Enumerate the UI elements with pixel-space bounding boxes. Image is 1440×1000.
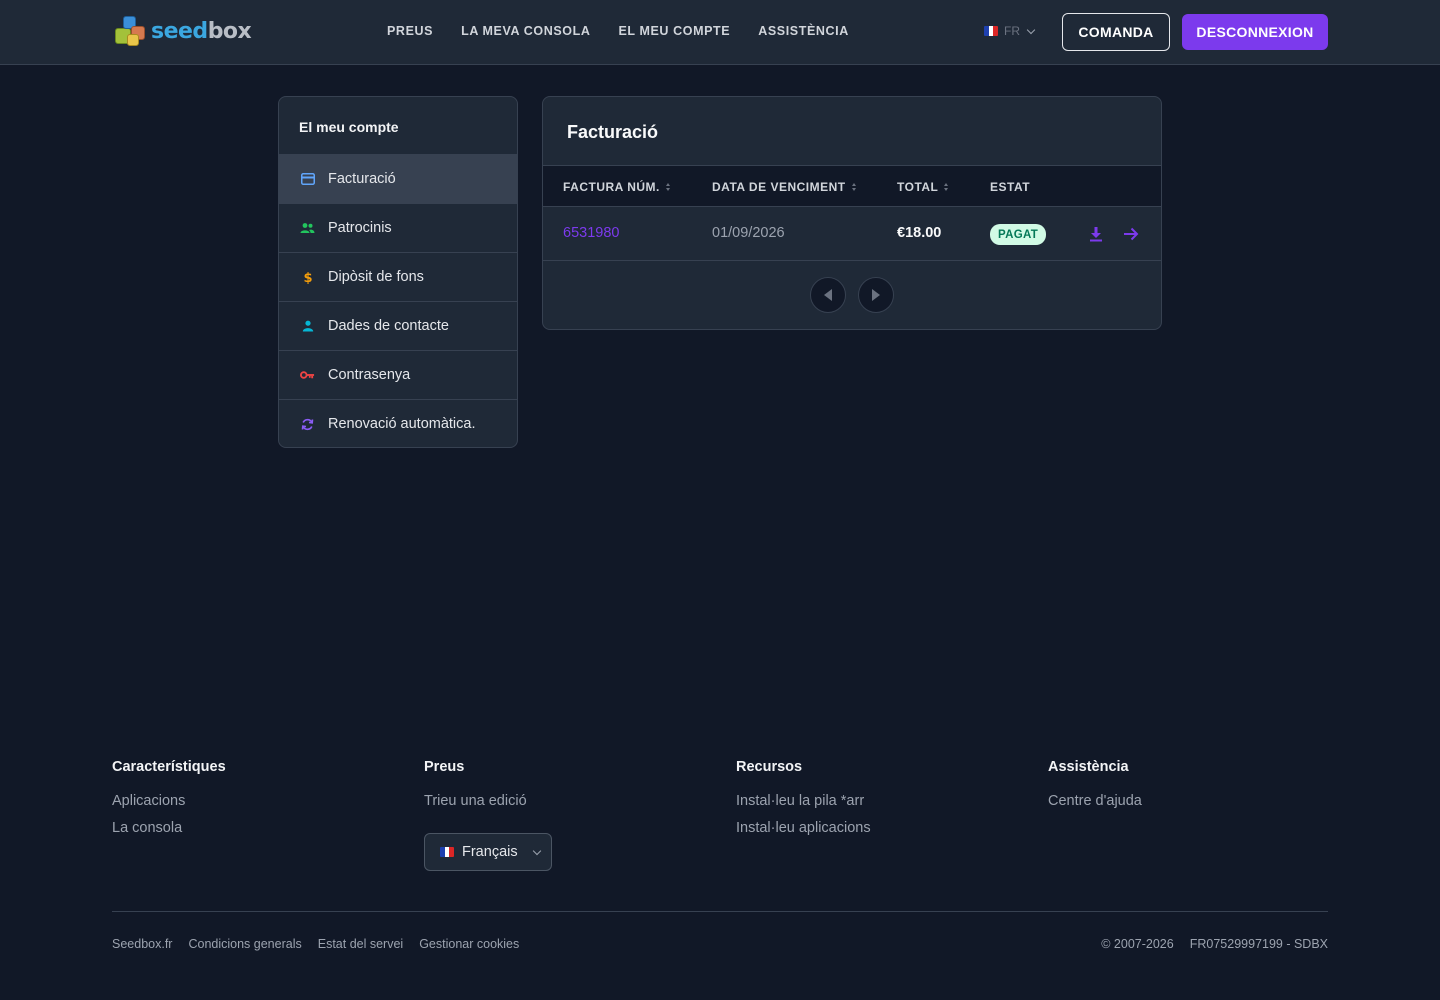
footer-link-help-center[interactable]: Centre d'ajuda	[1048, 793, 1142, 809]
credit-card-icon	[300, 172, 315, 187]
nav-support[interactable]: ASSISTÈNCIA	[758, 24, 849, 38]
triangle-right-icon	[872, 289, 880, 301]
column-header-label: TOTAL	[897, 180, 939, 194]
language-code: FR	[1004, 24, 1020, 38]
column-header-status: ESTAT	[990, 180, 1030, 194]
status-badge: PAGAT	[990, 224, 1047, 245]
user-icon	[300, 319, 315, 334]
footer-column-resources: Recursos Instal·leu la pila *arr Instal·…	[736, 759, 871, 847]
arrow-right-icon[interactable]	[1121, 224, 1141, 244]
footer-link-service-status[interactable]: Estat del servei	[318, 937, 403, 951]
page-title: Facturació	[543, 97, 1161, 166]
sidebar-item-contact-details[interactable]: Dades de contacte	[279, 301, 517, 350]
sidebar-item-password[interactable]: Contrasenya	[279, 350, 517, 399]
order-button[interactable]: COMANDA	[1062, 13, 1170, 51]
sidebar-item-label: Dades de contacte	[328, 318, 449, 334]
footer-link-install-arr-stack[interactable]: Instal·leu la pila *arr	[736, 793, 871, 809]
footer-column-pricing: Preus Trieu una edició	[424, 759, 527, 820]
account-sidebar: El meu compte Facturació Patrocinis $ Di…	[278, 96, 518, 448]
copyright-text: © 2007-2026	[1101, 937, 1174, 951]
footer-link-manage-cookies[interactable]: Gestionar cookies	[419, 937, 519, 951]
sidebar-item-label: Contrasenya	[328, 367, 411, 383]
sidebar-item-label: Renovació automàtica.	[328, 416, 476, 432]
column-header-total[interactable]: TOTAL	[897, 180, 949, 194]
dollar-icon: $	[300, 270, 315, 285]
sidebar-title: El meu compte	[299, 119, 399, 135]
invoice-number-link[interactable]: 6531980	[563, 225, 619, 241]
footer-column-title: Preus	[424, 759, 465, 775]
column-header-label: DATA DE VENCIMENT	[712, 180, 846, 194]
footer-column-title: Assistència	[1048, 759, 1129, 775]
footer-link-applications[interactable]: Aplicacions	[112, 793, 226, 809]
refresh-icon	[300, 417, 315, 432]
nav-pricing[interactable]: PREUS	[387, 24, 433, 38]
chevron-down-icon	[1026, 25, 1036, 34]
invoice-total: €18.00	[897, 225, 942, 241]
pagination	[543, 277, 1161, 313]
footer-language-select[interactable]: Français	[424, 833, 552, 871]
footer-link-choose-edition[interactable]: Trieu una edició	[424, 793, 527, 809]
sidebar-item-sponsorships[interactable]: Patrocinis	[279, 203, 517, 252]
sidebar-item-auto-renewal[interactable]: Renovació automàtica.	[279, 399, 517, 447]
sort-icon	[665, 183, 670, 191]
column-header-label: ESTAT	[990, 180, 1031, 194]
footer-link-terms[interactable]: Condicions generals	[188, 937, 301, 951]
previous-page-button[interactable]	[810, 277, 846, 313]
language-dropdown[interactable]: FR	[984, 24, 1036, 38]
column-header-invoice[interactable]: FACTURA NÚM.	[563, 180, 670, 194]
footer-column-support: Assistència Centre d'ajuda	[1048, 759, 1142, 820]
logo-cubes-icon	[113, 14, 149, 48]
svg-text:$: $	[303, 271, 312, 284]
footer-link-console[interactable]: La consola	[112, 820, 226, 836]
download-icon[interactable]	[1086, 224, 1106, 244]
next-page-button[interactable]	[858, 277, 894, 313]
main-nav: PREUS LA MEVA CONSOLA EL MEU COMPTE ASSI…	[387, 24, 849, 38]
footer-divider	[112, 911, 1328, 912]
table-header: FACTURA NÚM. DATA DE VENCIMENT TOTAL EST…	[543, 166, 1161, 207]
nav-my-account[interactable]: EL MEU COMPTE	[618, 24, 730, 38]
due-date: 01/09/2026	[712, 225, 785, 241]
footer-column-title: Característiques	[112, 759, 226, 775]
french-flag-icon	[440, 847, 454, 857]
billing-panel: Facturació FACTURA NÚM. DATA DE VENCIMEN…	[542, 96, 1162, 330]
chevron-down-icon	[532, 846, 541, 855]
footer-copyright: © 2007-2026 FR07529997199 - SDBX	[1101, 937, 1328, 951]
key-icon	[300, 368, 315, 383]
sidebar-item-label: Dipòsit de fons	[328, 269, 424, 285]
language-select-value: Français	[462, 844, 518, 860]
nav-my-console[interactable]: LA MEVA CONSOLA	[461, 24, 590, 38]
sort-icon	[851, 183, 856, 191]
footer-column-title: Recursos	[736, 759, 803, 775]
table-row: 6531980 01/09/2026 €18.00 PAGAT	[543, 207, 1161, 261]
sidebar-item-fund-deposit[interactable]: $ Dipòsit de fons	[279, 252, 517, 301]
sidebar-item-billing[interactable]: Facturació	[279, 154, 517, 203]
logout-button[interactable]: DESCONNEXION	[1182, 14, 1328, 50]
seedbox-logo[interactable]: seedbox	[113, 14, 252, 48]
top-header: seedbox PREUS LA MEVA CONSOLA EL MEU COM…	[0, 0, 1440, 65]
triangle-left-icon	[824, 289, 832, 301]
sort-icon	[944, 183, 949, 191]
french-flag-icon	[984, 26, 998, 36]
footer-link-site[interactable]: Seedbox.fr	[112, 937, 172, 951]
sidebar-item-label: Patrocinis	[328, 220, 392, 236]
footer-column-features: Característiques Aplicacions La consola	[112, 759, 226, 847]
sidebar-item-label: Facturació	[328, 171, 396, 187]
footer-link-install-apps[interactable]: Instal·leu aplicacions	[736, 820, 871, 836]
column-header-label: FACTURA NÚM.	[563, 180, 660, 194]
footer-legal-links: Seedbox.fr Condicions generals Estat del…	[112, 937, 519, 951]
column-header-due-date[interactable]: DATA DE VENCIMENT	[712, 180, 856, 194]
company-id: FR07529997199 - SDBX	[1189, 937, 1328, 951]
users-icon	[300, 221, 315, 236]
logo-wordmark: seedbox	[151, 18, 252, 44]
